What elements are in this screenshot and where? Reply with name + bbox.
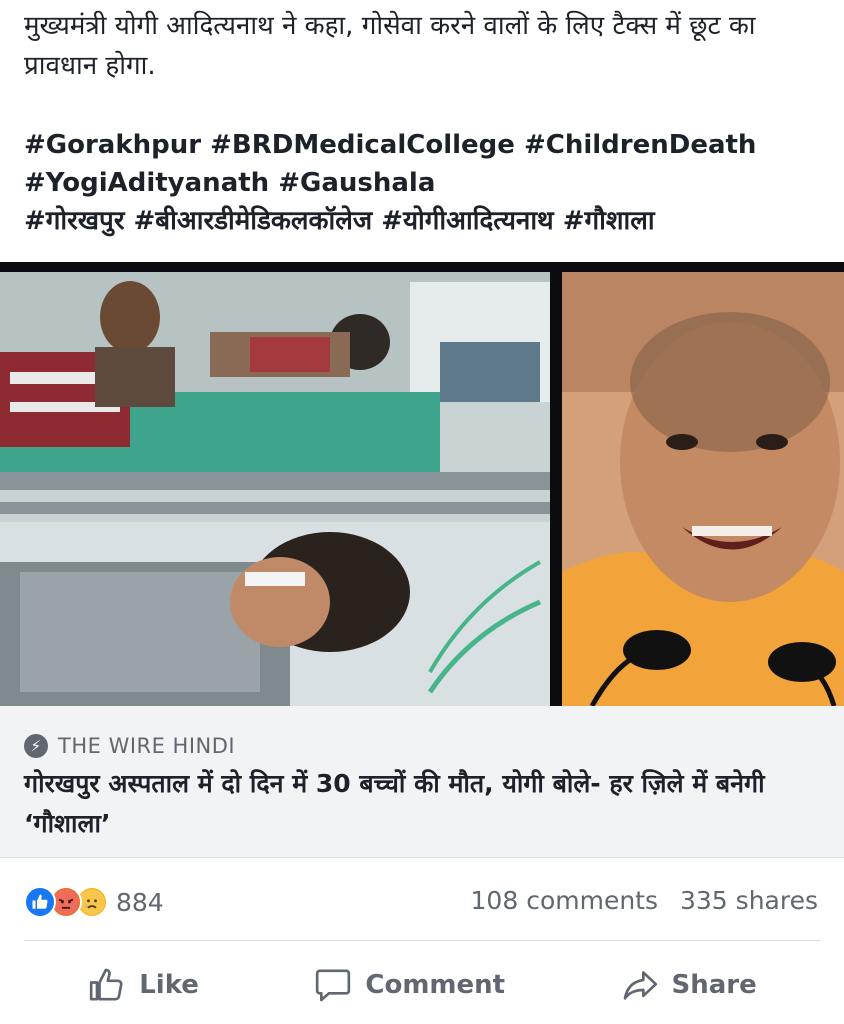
shares-count[interactable]: 335 shares [680, 886, 818, 915]
yogi-photo [562, 272, 844, 706]
engagement-stats: 884 108 comments 335 shares [0, 878, 844, 926]
like-button[interactable]: Like [87, 965, 199, 1005]
link-source: ⚡ THE WIRE HINDI [24, 734, 235, 758]
reaction-count: 884 [116, 887, 164, 917]
comment-icon [316, 969, 351, 1002]
hashtag-line[interactable]: #गोरखपुर #बीआरडीमेडिकलकॉलेज #योगीआदित्यन… [24, 202, 824, 240]
link-card[interactable]: ⚡ THE WIRE HINDI गोरखपुर अस्पताल में दो … [0, 706, 844, 858]
like-icon [24, 886, 56, 918]
post-text-line: प्रावधान होगा. [24, 51, 156, 81]
post-text: मुख्यमंत्री योगी आदित्यनाथ ने कहा, गोसेव… [24, 6, 824, 240]
post-text-line: मुख्यमंत्री योगी आदित्यनाथ ने कहा, गोसेव… [24, 11, 756, 41]
source-name: THE WIRE HINDI [58, 734, 236, 758]
link-headline[interactable]: गोरखपुर अस्पताल में दो दिन में 30 बच्चों… [24, 764, 814, 844]
bolt-icon: ⚡ [24, 734, 48, 758]
comment-label: Comment [365, 970, 506, 1000]
hospital-photo [0, 272, 550, 706]
hashtag-line[interactable]: #Gorakhpur #BRDMedicalCollege #ChildrenD… [24, 126, 824, 164]
share-label: Share [671, 970, 757, 1000]
divider [24, 940, 820, 941]
share-icon [623, 971, 657, 1000]
comments-count[interactable]: 108 comments [471, 886, 658, 915]
counts: 108 comments 335 shares [471, 886, 818, 915]
hashtag-line[interactable]: #YogiAdityanath #Gaushala [24, 164, 824, 202]
link-preview-image[interactable] [0, 262, 844, 706]
post-actions: Like Comment Share [0, 950, 844, 1020]
hashtags: #Gorakhpur #BRDMedicalCollege #ChildrenD… [24, 126, 824, 240]
reactions-summary[interactable]: 884 [24, 886, 164, 918]
like-label: Like [139, 970, 199, 1000]
comment-button[interactable]: Comment [313, 965, 505, 1005]
share-button[interactable]: Share [620, 965, 757, 1005]
thumbs-up-icon [90, 968, 123, 1001]
